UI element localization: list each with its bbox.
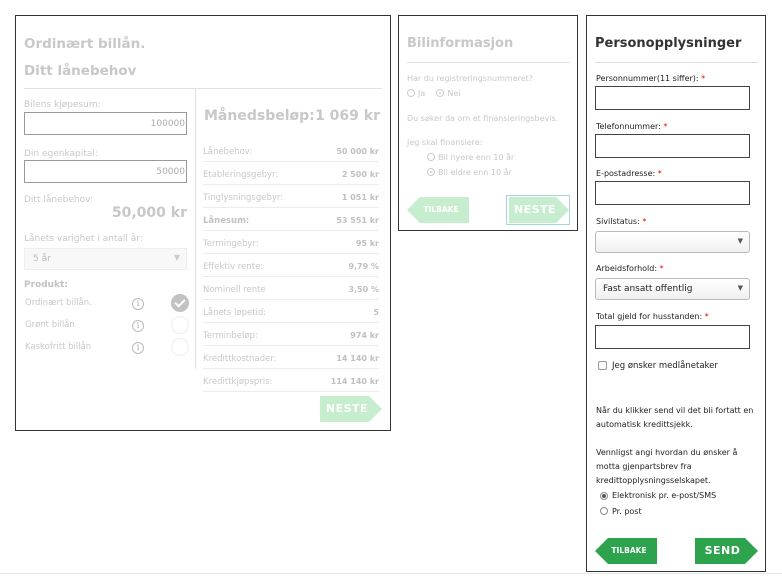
required-mark: * <box>659 264 664 273</box>
total-debt-label: Total gjeld for husstanden: * <box>596 312 709 321</box>
personal-info-title: Personopplysninger <box>595 36 742 51</box>
next-button[interactable]: NESTE <box>320 396 382 422</box>
summary-row: Termingebyr: 95 kr <box>203 234 379 254</box>
delivery-post-radio[interactable] <box>600 507 608 515</box>
required-mark: * <box>642 217 647 226</box>
email-label: E-postadresse: * <box>596 169 662 178</box>
civil-status-label: Sivilstatus: * <box>596 217 647 226</box>
info-icon[interactable]: i <box>132 320 144 332</box>
search-note: Du søker da om et finansieringsbevis. <box>407 114 559 123</box>
ssn-label: Personnummer(11 siffer): * <box>596 74 706 83</box>
divider <box>595 62 758 63</box>
need-label: Ditt lånebehov: <box>24 195 93 205</box>
summary-row: Lånets løpetid: 5 <box>203 303 379 323</box>
employment-select[interactable]: Fast ansatt offentlig ▼ <box>595 278 750 300</box>
summary-row: Lånebehov: 50 000 kr <box>203 142 379 162</box>
finance-option-newer: Bil nyere enn 10 år <box>427 153 514 162</box>
page-bottom-divider <box>0 573 782 574</box>
back-button[interactable]: TILBAKE <box>407 197 469 223</box>
divider <box>24 88 382 89</box>
need-value: 50,000 kr <box>111 205 187 221</box>
divider <box>407 62 570 63</box>
duration-select[interactable]: 5 år ▼ <box>24 248 187 270</box>
finance-newer-radio[interactable] <box>427 153 435 161</box>
summary-row: Terminbeløp: 974 kr <box>203 326 379 346</box>
back-button[interactable]: TILBAKE <box>595 538 657 564</box>
employment-value: Fast ansatt offentlig <box>603 284 693 294</box>
car-info-title: Bilinformasjon <box>407 36 514 51</box>
divider-vertical <box>195 89 196 369</box>
summary-row: Nominell rente 3,50 % <box>203 280 379 300</box>
summary-row: Kredittkjøpspris: 114 140 kr <box>203 372 379 392</box>
chevron-down-icon: ▼ <box>737 284 743 292</box>
ssn-input[interactable] <box>595 86 750 110</box>
required-mark: * <box>663 122 668 131</box>
email-input[interactable] <box>595 181 750 205</box>
finance-older-radio[interactable] <box>427 168 435 176</box>
info-icon[interactable]: i <box>132 298 144 310</box>
required-mark: * <box>657 169 662 178</box>
equity-label: Din egenkapital: <box>24 149 98 159</box>
delivery-post-label: Pr. post <box>612 507 642 516</box>
summary-row: Kredittkostnader: 14 140 kr <box>203 349 379 369</box>
summary-row: Etableringsgebyr: 2 500 kr <box>203 165 379 185</box>
copy-letter-note: Vennligst angi hvordan du ønsker å motta… <box>596 448 738 485</box>
credit-check-note: Når du klikker send vil det bli fortatt … <box>596 406 754 429</box>
info-icon[interactable]: i <box>132 342 144 354</box>
equity-input[interactable]: 50000 <box>24 160 187 183</box>
duration-value: 5 år <box>33 254 51 264</box>
reg-no-radio[interactable] <box>436 89 445 97</box>
chevron-down-icon: ▼ <box>173 253 180 262</box>
product-label-casco-free: Kaskofritt billån <box>25 342 92 352</box>
summary-row: Lånesum: 53 551 kr <box>203 211 379 231</box>
monthly-value: 1 069 kr <box>315 108 380 124</box>
loan-subtitle: Ditt lånebehov <box>24 63 137 79</box>
send-button[interactable]: SEND <box>695 538 758 564</box>
loan-title: Ordinært billån. <box>24 36 146 52</box>
product-label-green: Grønt billån <box>25 320 75 330</box>
product-label: Produkt: <box>24 280 68 290</box>
delivery-electronic-radio[interactable] <box>600 492 608 500</box>
loan-panel: Ordinært billån. Ditt lånebehov Bilens k… <box>15 15 391 431</box>
product-radio-green[interactable] <box>171 316 189 334</box>
reg-options: Ja Nei <box>407 89 461 98</box>
summary-row: Tinglysningsgebyr: 1 051 kr <box>203 188 379 208</box>
product-radio-ordinary[interactable] <box>171 294 189 312</box>
next-button[interactable]: NESTE <box>509 197 569 223</box>
next-button-focus-ring: NESTE <box>506 195 570 225</box>
coapplicant-checkbox[interactable] <box>598 361 607 370</box>
finance-question: Jeg skal finansiere: <box>407 138 483 147</box>
reg-question: Har du registreringsnummeret? <box>407 74 534 83</box>
summary-row: Effektiv rente: 9,79 % <box>203 257 379 277</box>
reg-yes-label: Ja <box>418 89 426 98</box>
chevron-down-icon: ▼ <box>737 237 743 245</box>
phone-input[interactable] <box>595 134 750 158</box>
total-debt-input[interactable] <box>595 325 750 349</box>
price-label: Bilens kjøpesum: <box>24 100 101 110</box>
reg-no-label: Nei <box>447 89 461 98</box>
personal-info-panel: Personopplysninger Personnummer(11 siffe… <box>586 15 766 572</box>
civil-status-select[interactable]: ▼ <box>595 231 750 253</box>
price-input[interactable]: 100000 <box>24 112 187 135</box>
required-mark: * <box>704 312 709 321</box>
employment-label: Arbeidsforhold: * <box>596 264 664 273</box>
product-radio-casco-free[interactable] <box>171 338 189 356</box>
monthly-label: Månedsbeløp: <box>204 108 315 124</box>
reg-yes-radio[interactable] <box>407 89 415 97</box>
car-info-panel: Bilinformasjon Har du registreringsnumme… <box>398 15 578 231</box>
delivery-electronic-label: Elektronisk pr. e-post/SMS <box>612 491 717 500</box>
required-mark: * <box>701 74 706 83</box>
product-label-ordinary: Ordinært billån. <box>25 298 92 308</box>
phone-label: Telefonnummer: * <box>596 122 668 131</box>
coapplicant-label: Jeg ønsker medlånetaker <box>612 361 718 371</box>
duration-label: Lånets varighet i antall år: <box>24 234 143 244</box>
finance-option-older: Bil eldre enn 10 år <box>427 168 512 177</box>
